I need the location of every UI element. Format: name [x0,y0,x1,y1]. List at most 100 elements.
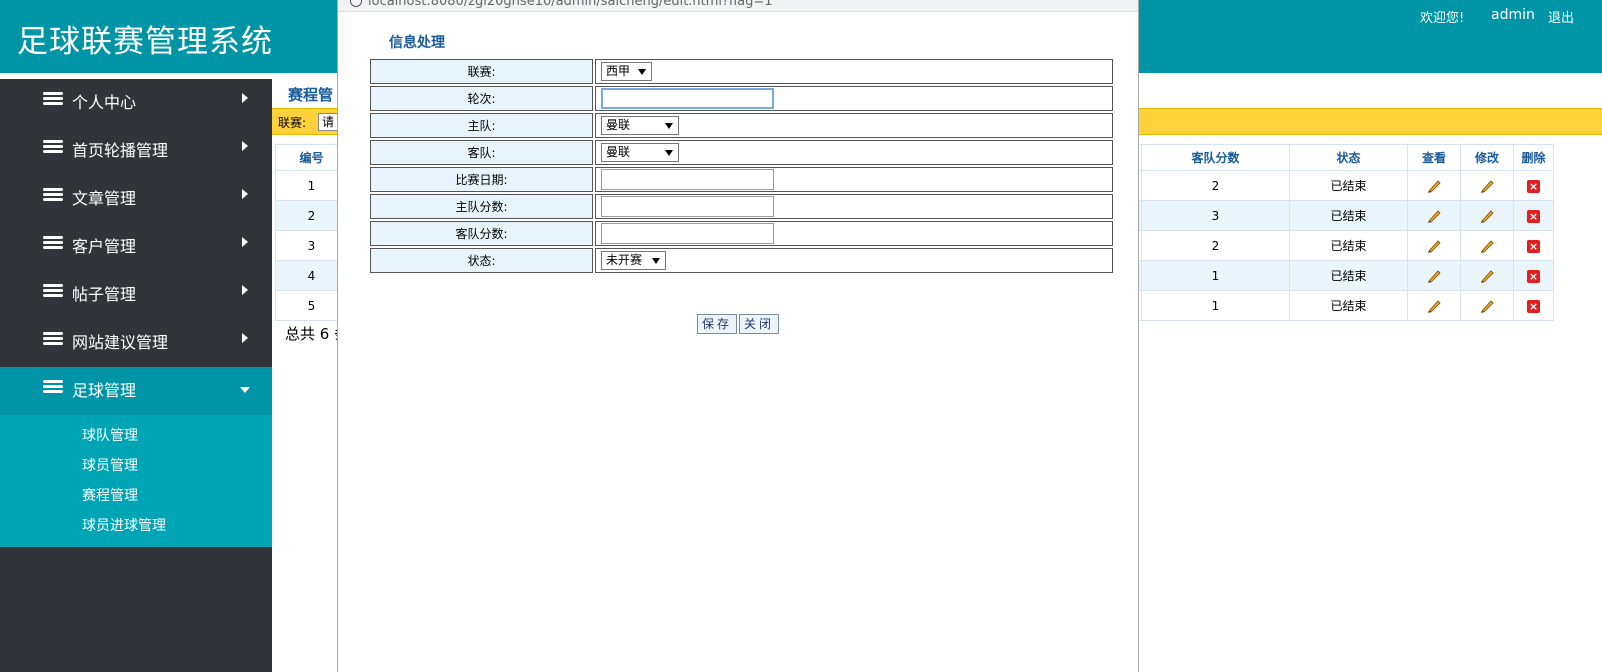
match-date-input[interactable] [601,169,774,190]
form-row-league: 联赛: 西甲 [370,59,1113,84]
edit-button[interactable] [1460,290,1514,321]
pencil-icon [1481,179,1494,193]
delete-icon: × [1527,269,1540,283]
app-title: 足球联赛管理系统 [17,24,273,60]
save-button[interactable]: 保存 [697,314,738,334]
sidebar-item-personal-center[interactable]: 个人中心 [0,79,272,127]
sidebar-item-posts[interactable]: 帖子管理 [0,271,272,319]
submenu-item-goals[interactable]: 球员进球管理 [0,511,272,541]
url-bar: localhost:8080/zgl20gnse10/admin/saichen… [338,0,1138,12]
away-score-input[interactable] [601,223,774,244]
sidebar-item-label: 首页轮播管理 [72,141,169,160]
away-team-select[interactable]: 曼联 [601,143,679,162]
field-label: 联赛: [370,59,593,84]
dialog-buttons: 保存 关闭 [697,313,781,334]
chevron-right-icon [242,141,248,151]
pencil-icon [1481,299,1494,313]
sidebar-item-football[interactable]: 足球管理 [0,367,272,415]
sidebar-item-label: 个人中心 [72,93,137,112]
cell-away-score: 3 [1141,200,1290,231]
sidebar-item-articles[interactable]: 文章管理 [0,175,272,223]
sidebar-item-carousel[interactable]: 首页轮播管理 [0,127,272,175]
pencil-icon [1481,239,1494,253]
form-row-home-score: 主队分数: [370,194,1113,219]
delete-button[interactable]: × [1513,170,1554,201]
field-label: 状态: [370,248,593,273]
view-button[interactable] [1407,230,1461,261]
chevron-right-icon [242,333,248,343]
submenu-item-teams[interactable]: 球队管理 [0,421,272,451]
cell-status: 已结束 [1289,290,1408,321]
cell-away-score: 2 [1141,230,1290,261]
delete-icon: × [1527,179,1540,193]
field-label: 轮次: [370,86,593,111]
delete-button[interactable]: × [1513,230,1554,261]
layers-icon [43,380,63,396]
football-submenu: 球队管理 球员管理 赛程管理 球员进球管理 [0,415,272,547]
field-label: 主队分数: [370,194,593,219]
cell-status: 已结束 [1289,260,1408,291]
pencil-icon [1428,299,1441,313]
view-button[interactable] [1407,290,1461,321]
chevron-down-icon [240,387,250,393]
sidebar-item-label: 客户管理 [72,237,137,256]
delete-icon: × [1527,209,1540,223]
layers-icon [43,284,63,300]
layers-icon [43,332,63,348]
cell-status: 已结束 [1289,170,1408,201]
url-text: localhost:8080/zgl20gnse10/admin/saichen… [368,0,773,9]
field-label: 主队: [370,113,593,138]
sidebar-item-customers[interactable]: 客户管理 [0,223,272,271]
chevron-right-icon [242,189,248,199]
delete-button[interactable]: × [1513,290,1554,321]
layers-icon [43,188,63,204]
view-button[interactable] [1407,260,1461,291]
delete-icon: × [1527,239,1540,253]
form-row-home: 主队: 曼联 [370,113,1113,138]
col-away-score: 客队分数 [1141,144,1290,171]
username: admin [1491,7,1535,23]
close-button[interactable]: 关闭 [739,314,780,334]
delete-button[interactable]: × [1513,200,1554,231]
edit-button[interactable] [1460,170,1514,201]
breadcrumb: 赛程管 [288,86,334,104]
view-button[interactable] [1407,170,1461,201]
chevron-right-icon [242,285,248,295]
edit-dialog: localhost:8080/zgl20gnse10/admin/saichen… [337,0,1139,672]
info-icon [350,0,362,7]
edit-button[interactable] [1460,260,1514,291]
submenu-item-players[interactable]: 球员管理 [0,451,272,481]
col-view: 查看 [1407,144,1461,171]
dialog-title: 信息处理 [389,35,445,51]
col-status: 状态 [1289,144,1408,171]
delete-icon: × [1527,299,1540,313]
cell-status: 已结束 [1289,200,1408,231]
cell-away-score: 2 [1141,170,1290,201]
league-select[interactable]: 西甲 [601,62,652,81]
status-select[interactable]: 未开赛 [601,251,666,270]
home-score-input[interactable] [601,196,774,217]
field-label: 客队: [370,140,593,165]
submenu-item-schedule[interactable]: 赛程管理 [0,481,272,511]
sidebar-item-suggestions[interactable]: 网站建议管理 [0,319,272,367]
round-input[interactable] [601,88,774,109]
pencil-icon [1428,209,1441,223]
cell-status: 已结束 [1289,230,1408,261]
pencil-icon [1428,269,1441,283]
view-button[interactable] [1407,200,1461,231]
edit-button[interactable] [1460,200,1514,231]
delete-button[interactable]: × [1513,260,1554,291]
pencil-icon [1481,269,1494,283]
cell-away-score: 1 [1141,290,1290,321]
logout-link[interactable]: 退出 [1548,7,1574,26]
chevron-right-icon [242,237,248,247]
sidebar-item-label: 帖子管理 [72,285,137,304]
form-row-away: 客队: 曼联 [370,140,1113,165]
pencil-icon [1428,179,1441,193]
welcome-text: 欢迎您! [1420,11,1465,26]
form-row-away-score: 客队分数: [370,221,1113,246]
home-team-select[interactable]: 曼联 [601,116,679,135]
edit-button[interactable] [1460,230,1514,261]
pencil-icon [1481,209,1494,223]
sidebar-item-label: 文章管理 [72,189,137,208]
